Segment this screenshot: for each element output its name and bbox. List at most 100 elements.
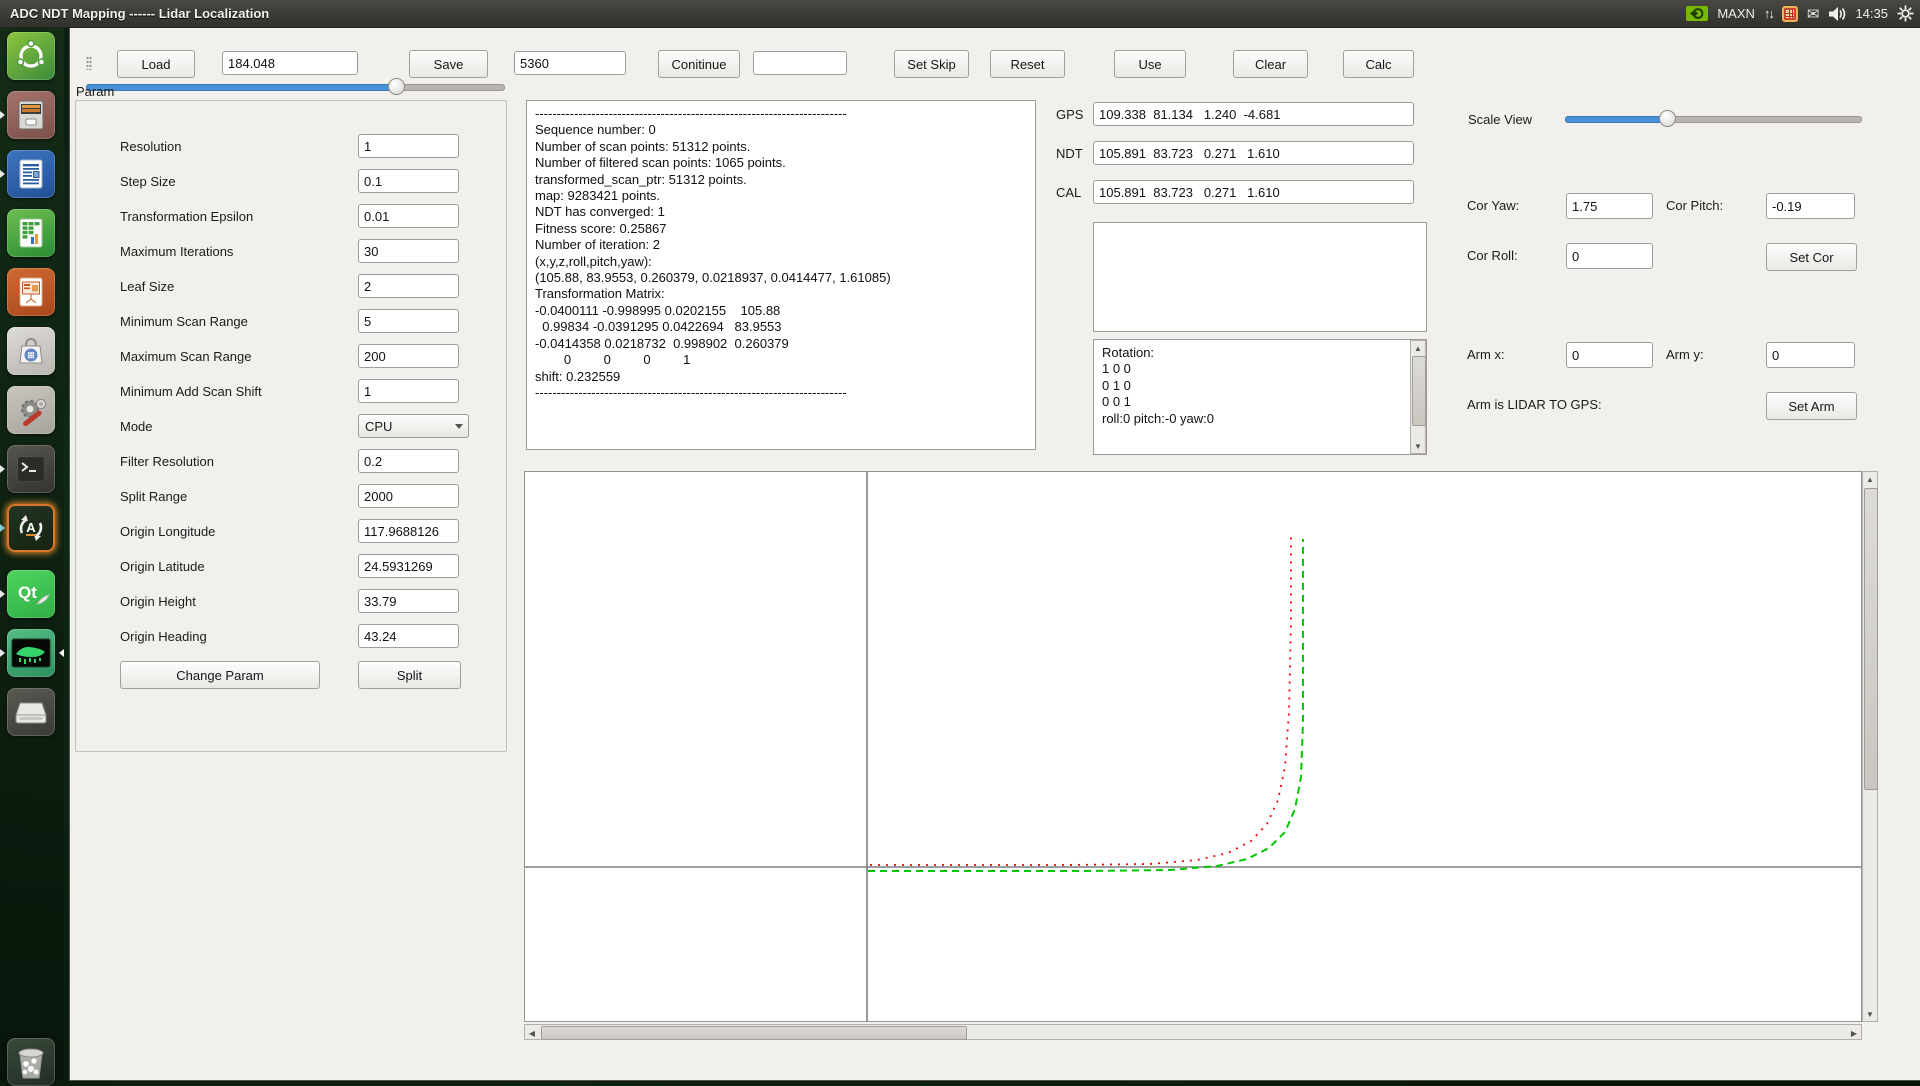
change-param-button[interactable]: Change Param (120, 661, 320, 689)
save-button[interactable]: Save (409, 50, 488, 78)
dock-item-writer[interactable] (7, 150, 55, 198)
min-scan-range-input[interactable] (358, 309, 459, 333)
dock-item-updater[interactable]: A (7, 504, 55, 552)
calc-spreadsheet-icon (13, 215, 49, 251)
clear-button[interactable]: Clear (1233, 50, 1308, 78)
mode-select[interactable]: CPU (358, 414, 469, 438)
dock-item-qt[interactable]: Qt (7, 570, 55, 618)
set-arm-button[interactable]: Set Arm (1766, 392, 1857, 420)
leaf-size-input[interactable] (358, 274, 459, 298)
load-value-input[interactable] (222, 51, 358, 75)
nvidia-icon[interactable] (1686, 4, 1708, 24)
preview-box[interactable] (1093, 222, 1427, 332)
toolbar-handle[interactable] (86, 56, 92, 70)
scale-view-slider-handle[interactable] (1659, 110, 1676, 127)
top-panel: ADC NDT Mapping ------ Lidar Localizatio… (0, 0, 1920, 28)
param-label: Transformation Epsilon (120, 209, 253, 224)
updown-arrows-icon[interactable]: ↑↓ (1764, 4, 1773, 24)
save-value-input[interactable] (514, 51, 626, 75)
arm-y-input[interactable] (1766, 342, 1855, 368)
dock-item-software[interactable] (7, 327, 55, 375)
param-label: Filter Resolution (120, 454, 214, 469)
origin-longitude-input[interactable] (358, 519, 459, 543)
scroll-up-icon[interactable]: ▲ (1863, 472, 1877, 486)
gear-wrench-icon (13, 392, 49, 428)
cor-pitch-input[interactable] (1766, 193, 1855, 219)
scroll-left-icon[interactable]: ◀ (525, 1026, 539, 1040)
playback-slider[interactable] (86, 80, 505, 95)
gps-label: GPS (1056, 107, 1083, 122)
max-scan-range-input[interactable] (358, 344, 459, 368)
gpu-mode-label[interactable]: MAXN (1717, 6, 1755, 21)
min-add-scan-shift-input[interactable] (358, 379, 459, 403)
dock-item-ubuntu-dash[interactable] (7, 32, 55, 80)
param-label: Origin Latitude (120, 559, 205, 574)
scroll-down-icon[interactable]: ▼ (1411, 439, 1425, 453)
continue-value-input[interactable] (753, 51, 847, 75)
dock-item-impress[interactable] (7, 268, 55, 316)
resolution-input[interactable] (358, 134, 459, 158)
ndt-value-input[interactable] (1093, 141, 1414, 165)
param-label: Origin Longitude (120, 524, 215, 539)
arm-x-label: Arm x: (1467, 347, 1505, 362)
dock-item-calc[interactable] (7, 209, 55, 257)
dock-item-lidar-app[interactable] (7, 629, 55, 677)
playback-slider-handle[interactable] (388, 78, 405, 95)
param-label: Mode (120, 419, 153, 434)
rotation-scrollbar[interactable]: ▲ ▼ (1410, 340, 1426, 454)
gps-trajectory-red (870, 533, 1291, 865)
dock-item-files[interactable] (7, 91, 55, 139)
qt-logo-icon: Qt (11, 574, 51, 614)
mail-icon[interactable]: ✉ (1807, 4, 1820, 24)
trajectory-plot[interactable] (524, 471, 1862, 1022)
rotation-output[interactable]: Rotation: 1 0 0 0 1 0 0 0 1 roll:0 pitch… (1093, 339, 1427, 455)
plot-hscrollbar[interactable]: ◀ ▶ (524, 1024, 1862, 1040)
reset-button[interactable]: Reset (990, 50, 1065, 78)
param-label: Origin Heading (120, 629, 207, 644)
plot-vscrollbar[interactable]: ▲ ▼ (1862, 471, 1878, 1022)
continue-button[interactable]: Conitinue (658, 50, 740, 78)
param-label: Maximum Iterations (120, 244, 233, 259)
origin-heading-input[interactable] (358, 624, 459, 648)
ubuntu-logo-icon (14, 39, 48, 73)
filter-resolution-input[interactable] (358, 449, 459, 473)
trans-epsilon-input[interactable] (358, 204, 459, 228)
dock-item-drive[interactable] (7, 688, 55, 736)
clock[interactable]: 14:35 (1855, 6, 1888, 21)
set-cor-button[interactable]: Set Cor (1766, 243, 1857, 271)
scale-view-slider[interactable] (1565, 112, 1862, 127)
arm-x-input[interactable] (1566, 342, 1653, 368)
dock-item-terminal[interactable] (7, 445, 55, 493)
scroll-right-icon[interactable]: ▶ (1847, 1026, 1861, 1040)
input-method-icon[interactable] (1782, 4, 1798, 24)
session-gear-icon[interactable] (1897, 4, 1914, 24)
scroll-up-icon[interactable]: ▲ (1411, 341, 1425, 355)
cor-roll-input[interactable] (1566, 243, 1653, 269)
split-button[interactable]: Split (358, 661, 461, 689)
load-button[interactable]: Load (117, 50, 195, 78)
origin-latitude-input[interactable] (358, 554, 459, 578)
dock-item-settings[interactable] (7, 386, 55, 434)
gps-value-input[interactable] (1093, 102, 1414, 126)
step-size-input[interactable] (358, 169, 459, 193)
origin-height-input[interactable] (358, 589, 459, 613)
log-output[interactable]: ----------------------------------------… (526, 100, 1036, 450)
param-label: Minimum Add Scan Shift (120, 384, 262, 399)
arm-note-label: Arm is LIDAR TO GPS: (1467, 397, 1602, 412)
scroll-down-icon[interactable]: ▼ (1863, 1007, 1877, 1021)
dock-item-trash[interactable] (7, 1038, 55, 1086)
calc-button[interactable]: Calc (1343, 50, 1414, 78)
software-bag-icon (13, 333, 49, 369)
split-range-input[interactable] (358, 484, 459, 508)
drive-icon (12, 695, 50, 729)
use-button[interactable]: Use (1114, 50, 1186, 78)
cor-yaw-input[interactable] (1566, 193, 1653, 219)
param-label: Maximum Scan Range (120, 349, 252, 364)
set-skip-button[interactable]: Set Skip (894, 50, 969, 78)
max-iterations-input[interactable] (358, 239, 459, 263)
volume-icon[interactable] (1828, 4, 1846, 24)
cal-value-input[interactable] (1093, 180, 1414, 204)
param-label: Step Size (120, 174, 176, 189)
ndt-label: NDT (1056, 146, 1083, 161)
svg-text:A: A (26, 520, 36, 535)
